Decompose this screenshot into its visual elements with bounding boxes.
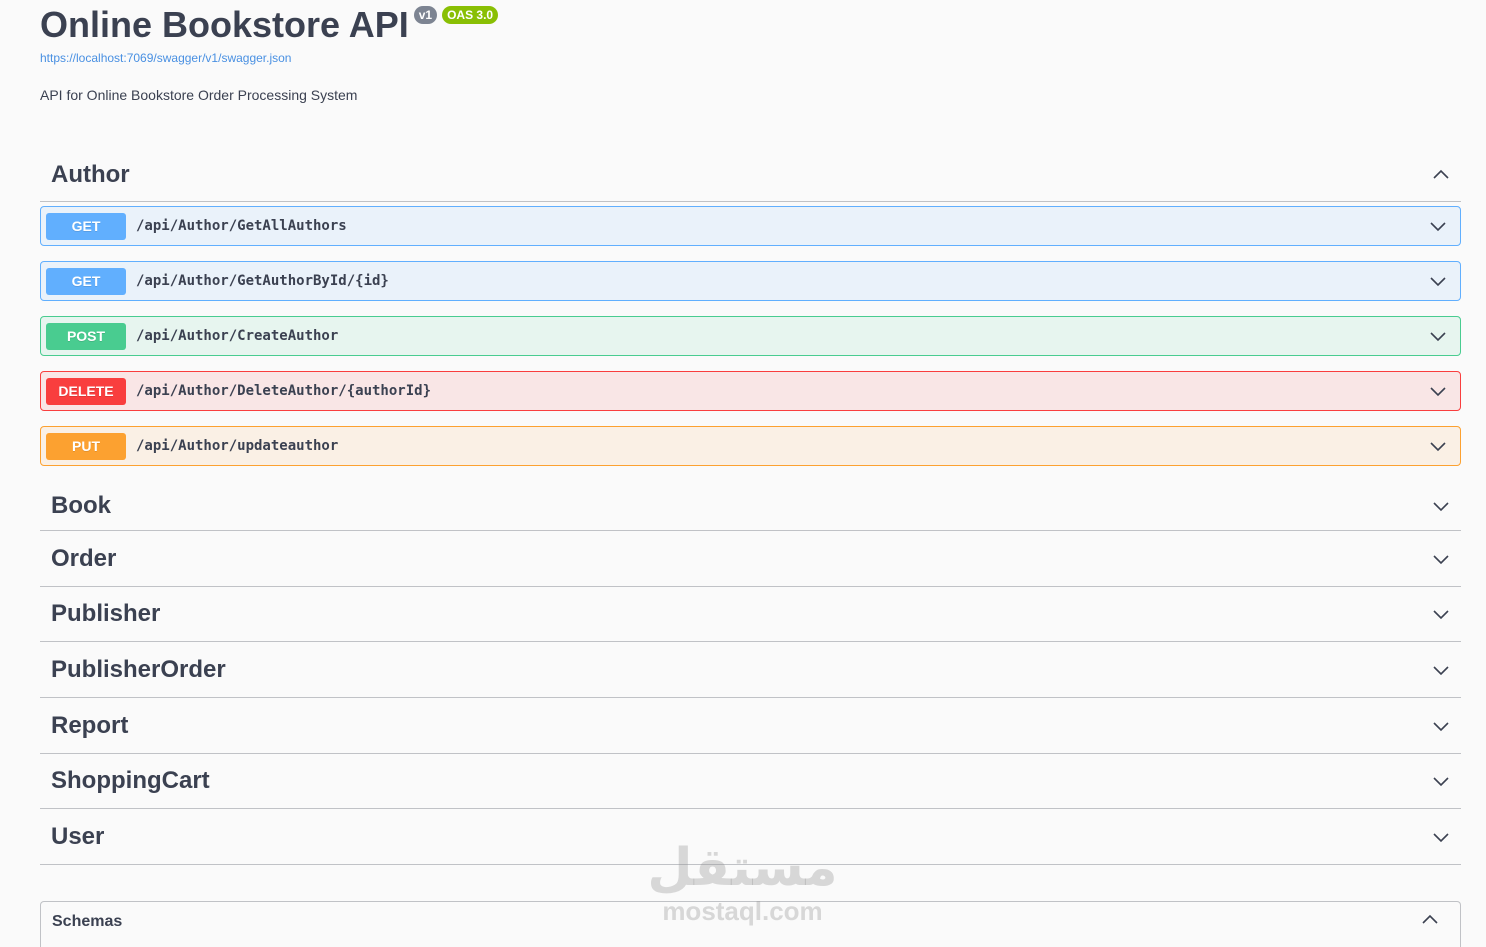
spec-url-link[interactable]: https://localhost:7069/swagger/v1/swagge… [40,51,498,65]
schemas-section: Schemas [40,901,1461,947]
chevron-down-icon[interactable] [1431,771,1451,791]
operation-path: /api/Author/updateauthor [136,438,339,454]
tag-name: Author [51,160,130,188]
tag-header-author[interactable]: Author [40,148,1461,202]
api-info: Online Bookstore API v1 OAS 3.0 https://… [40,0,499,103]
schemas-header[interactable]: Schemas [41,902,1460,942]
chevron-down-icon[interactable] [1431,604,1451,624]
tag-name: Order [51,544,117,572]
chevron-down-icon[interactable] [1428,381,1448,401]
api-description: API for Online Bookstore Order Processin… [40,87,358,103]
chevron-down-icon[interactable] [1428,436,1448,456]
method-badge: DELETE [46,377,126,405]
operations-list: GET /api/Author/GetAllAuthors GET /api/A… [40,202,1461,466]
tag-section-shopping-cart: ShoppingCart [40,754,1461,809]
title-row: Online Bookstore API v1 OAS 3.0 [40,0,499,50]
chevron-down-icon[interactable] [1431,660,1451,680]
method-badge: POST [46,322,126,350]
tag-header-user[interactable]: User [40,809,1461,865]
chevron-up-icon[interactable] [1420,910,1440,935]
operation-get-author-by-id[interactable]: GET /api/Author/GetAuthorById/{id} [40,261,1461,301]
chevron-down-icon[interactable] [1431,827,1451,847]
tag-section-book: Book [40,481,1461,531]
tag-header-publisher[interactable]: Publisher [40,587,1461,642]
tag-name: User [51,822,105,850]
tag-section-publisher: Publisher [40,587,1461,642]
tag-section-report: Report [40,698,1461,754]
tag-header-publisher-order[interactable]: PublisherOrder [40,642,1461,698]
method-badge: GET [46,267,126,295]
operation-path: /api/Author/GetAuthorById/{id} [136,273,389,289]
tag-section-author: Author GET /api/Author/GetAllAuthors GET… [40,148,1461,466]
method-badge: GET [46,212,126,240]
tag-header-report[interactable]: Report [40,698,1461,754]
operation-create-author[interactable]: POST /api/Author/CreateAuthor [40,316,1461,356]
page-title: Online Bookstore API [40,4,409,45]
version-badge: v1 [413,6,438,24]
chevron-down-icon[interactable] [1428,326,1448,346]
tag-name: ShoppingCart [51,767,210,794]
oas-badge: OAS 3.0 [442,6,499,24]
operation-delete-author[interactable]: DELETE /api/Author/DeleteAuthor/{authorI… [40,371,1461,411]
tag-name: PublisherOrder [51,655,226,683]
chevron-down-icon[interactable] [1431,496,1451,516]
chevron-up-icon[interactable] [1431,165,1451,185]
tag-name: Report [51,711,129,739]
chevron-down-icon[interactable] [1428,271,1448,291]
tag-header-book[interactable]: Book [40,481,1461,531]
tag-header-order[interactable]: Order [40,531,1461,587]
tag-section-publisher-order: PublisherOrder [40,642,1461,698]
operation-get-all-authors[interactable]: GET /api/Author/GetAllAuthors [40,206,1461,246]
operation-path: /api/Author/CreateAuthor [136,328,339,344]
chevron-down-icon[interactable] [1431,716,1451,736]
operation-path: /api/Author/DeleteAuthor/{authorId} [136,383,432,399]
tag-section-user: User [40,809,1461,865]
method-badge: PUT [46,432,126,460]
swagger-page: Online Bookstore API v1 OAS 3.0 https://… [0,0,1486,947]
chevron-down-icon[interactable] [1428,216,1448,236]
operation-update-author[interactable]: PUT /api/Author/updateauthor [40,426,1461,466]
operation-path: /api/Author/GetAllAuthors [136,218,347,234]
tag-section-order: Order [40,531,1461,587]
tag-list: Author GET /api/Author/GetAllAuthors GET… [40,148,1461,865]
tag-name: Publisher [51,600,161,627]
chevron-down-icon[interactable] [1431,549,1451,569]
tag-name: Book [51,491,111,519]
tag-header-shopping-cart[interactable]: ShoppingCart [40,754,1461,809]
schemas-title: Schemas [52,913,123,930]
